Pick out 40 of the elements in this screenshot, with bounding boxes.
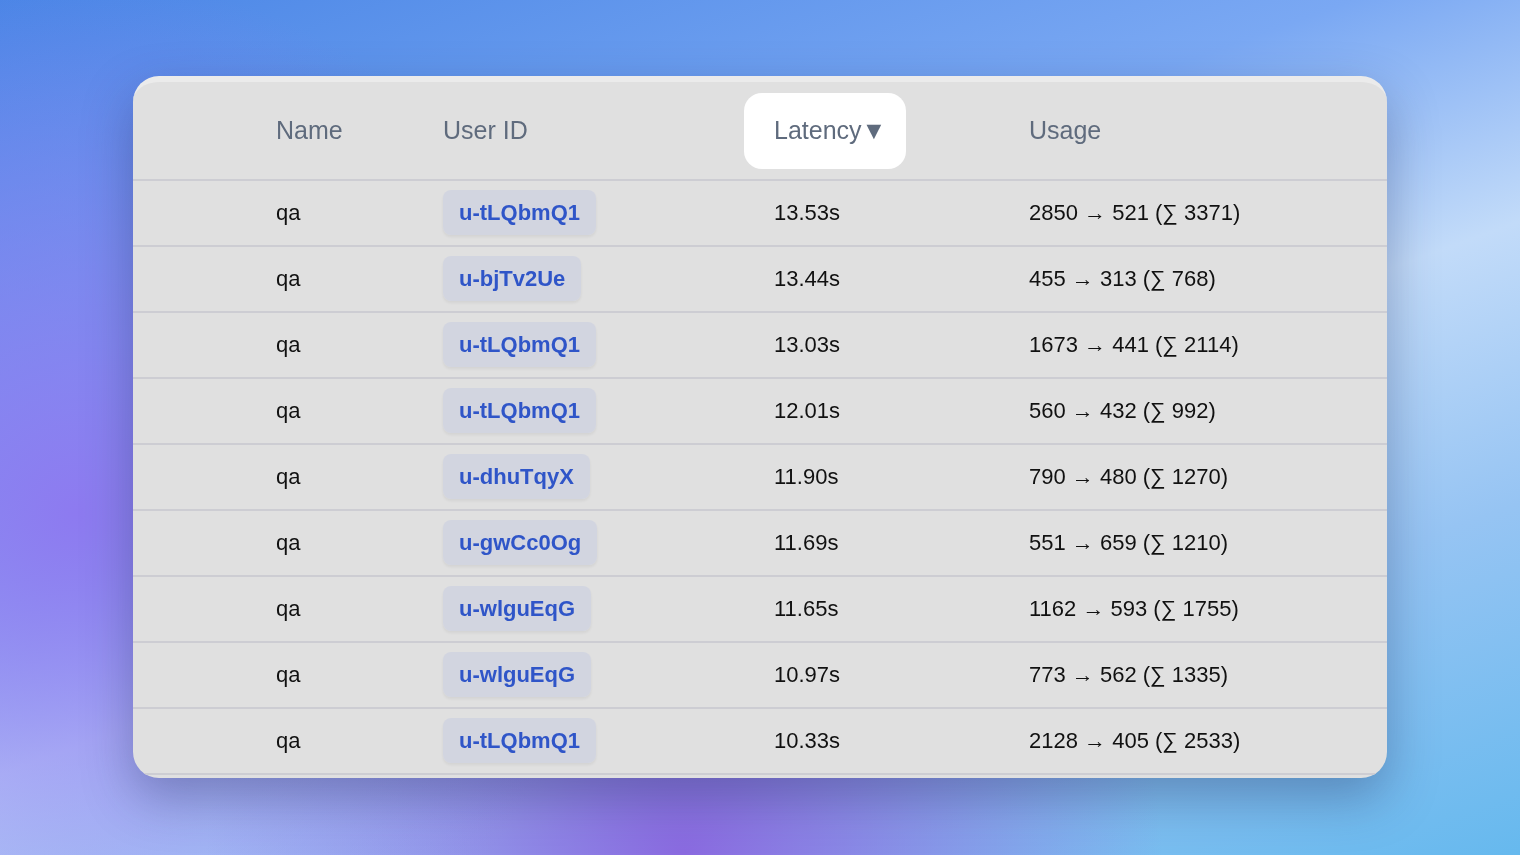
- user-id-tag[interactable]: u-tLQbmQ1: [443, 322, 596, 367]
- user-id-tag[interactable]: u-tLQbmQ1: [443, 190, 596, 235]
- table-cell: 551 → 659 (∑ 1210): [1029, 530, 1229, 555]
- user-id-tag[interactable]: u-dhuTqyX: [443, 454, 590, 499]
- table-cell: 2850 → 521 (∑ 3371): [1029, 200, 1241, 225]
- table-cell: qa: [276, 200, 301, 225]
- table-cell: qa: [276, 728, 301, 753]
- table-cell: 2128 → 405 (∑ 2533): [1029, 728, 1241, 753]
- column-header[interactable]: Latency▼: [744, 92, 907, 169]
- table-cell: 12.01s: [774, 398, 841, 423]
- table-cell: 1162 → 593 (∑ 1755): [1029, 596, 1239, 621]
- table-cell: 455 → 313 (∑ 768): [1029, 266, 1216, 291]
- table-cell: qa: [276, 662, 301, 687]
- table-cell: 13.44s: [774, 266, 841, 291]
- table-cell: 560 → 432 (∑ 992): [1029, 398, 1216, 423]
- table-cell: 13.53s: [774, 200, 841, 225]
- column-header[interactable]: User ID: [443, 92, 528, 169]
- user-id-tag[interactable]: u-wlguEqG: [443, 586, 592, 631]
- table-cell: 11.90s: [774, 464, 839, 489]
- table-cell: qa: [276, 596, 301, 621]
- table-cell: qa: [276, 266, 301, 291]
- table-cell: qa: [276, 464, 301, 489]
- user-id-tag[interactable]: u-tLQbmQ1: [443, 388, 596, 433]
- user-id-tag[interactable]: u-bjTv2Ue: [443, 256, 582, 301]
- table-cell: 10.97s: [774, 662, 841, 687]
- table-cell: 11.69s: [774, 530, 839, 555]
- user-id-tag[interactable]: u-gwCc0Og: [443, 520, 598, 565]
- table-cell: 773 → 562 (∑ 1335): [1029, 662, 1229, 687]
- column-header[interactable]: Name: [276, 92, 343, 169]
- table-cell: qa: [276, 398, 301, 423]
- table-cell: 790 → 480 (∑ 1270): [1029, 464, 1229, 489]
- table-cell: 11.65s: [774, 596, 839, 621]
- user-id-tag[interactable]: u-tLQbmQ1: [443, 718, 596, 763]
- table-cell: qa: [276, 332, 301, 357]
- table-cell: 1673 → 441 (∑ 2114): [1029, 332, 1239, 357]
- column-header[interactable]: Usage: [1029, 92, 1102, 169]
- table-cell: 13.03s: [774, 332, 841, 357]
- table-cell: qa: [276, 530, 301, 555]
- user-id-tag[interactable]: u-wlguEqG: [443, 652, 592, 697]
- table-cell: 10.33s: [774, 728, 841, 753]
